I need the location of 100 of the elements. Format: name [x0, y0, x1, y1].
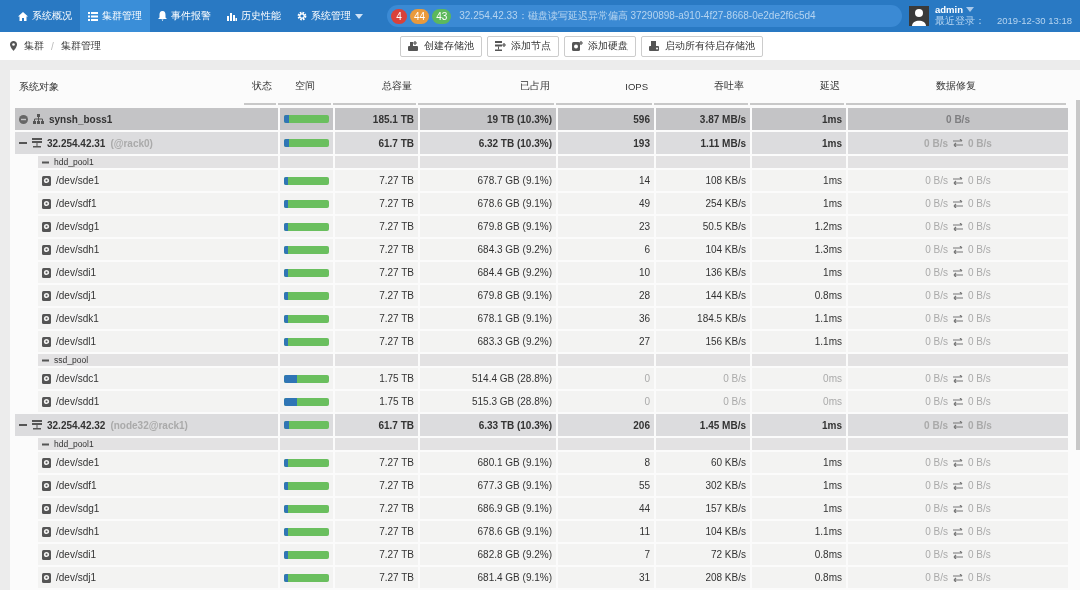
disk-name[interactable]: /dev/sde1 [56, 457, 100, 468]
host-name[interactable]: 32.254.42.31 [47, 137, 106, 149]
repair-rate: 0 B/s [925, 313, 948, 324]
space-bar [284, 245, 329, 254]
table-cell: 7.27 TB [335, 521, 418, 542]
table-cell: 193 [558, 132, 654, 154]
toolbar-button[interactable]: 添加节点 [487, 35, 559, 57]
toolbar-button[interactable]: 创建存储池 [400, 35, 482, 57]
exchange-icon [953, 458, 963, 467]
table-cell: 60 KB/s [656, 452, 750, 473]
table-cell: 144 KB/s [656, 285, 750, 306]
table-cell: 1ms [752, 475, 846, 496]
disk-name[interactable]: /dev/sdi1 [56, 549, 97, 560]
disk-icon [42, 175, 51, 186]
disk-name[interactable]: /dev/sdi1 [56, 267, 97, 278]
space-bar [284, 199, 329, 208]
table-cell: 3.87 MB/s [656, 108, 750, 130]
collapse-icon[interactable] [19, 114, 28, 124]
exchange-icon [953, 314, 963, 323]
last-login-label: 最近登录： [935, 15, 985, 28]
table-cell: 515.3 GB (28.8%) [420, 391, 556, 412]
alert-message: 32.254.42.33：磁盘读写延迟异常偏高 37290898-a910-4f27-8668-0e2de2f6c5d4 [459, 9, 816, 23]
disk-name[interactable]: /dev/sdl1 [56, 336, 97, 347]
disk-icon [42, 457, 51, 468]
disk-name[interactable]: /dev/sdj1 [56, 572, 97, 583]
table-cell: 680.1 GB (9.1%) [420, 452, 556, 473]
table-cell: 679.8 GB (9.1%) [420, 285, 556, 306]
disk-icon [42, 290, 51, 301]
column-header: 延迟 [750, 70, 844, 105]
space-bar [284, 527, 329, 536]
disk-name[interactable]: /dev/sdf1 [56, 198, 97, 209]
alert-bar[interactable]: 4 44 43 32.254.42.33：磁盘读写延迟异常偏高 37290898-a910-4f27-8668-0e2de2f6c5d4 [387, 5, 902, 27]
repair-rate: 0 B/s [925, 572, 948, 583]
table-cell: 1ms [752, 170, 846, 191]
space-bar [284, 139, 329, 147]
storage-start-icon [649, 41, 660, 51]
collapse-icon[interactable] [19, 139, 27, 147]
space-bar [284, 481, 329, 490]
nav-tab[interactable]: 系统管理 [289, 0, 371, 32]
pool-name[interactable]: ssd_pool [54, 355, 89, 365]
table-cell: 681.4 GB (9.1%) [420, 567, 556, 588]
repair-rate: 0 B/s [968, 221, 991, 232]
repair-rate: 0 B/s [968, 549, 991, 560]
collapse-icon[interactable] [19, 421, 27, 429]
exchange-icon [953, 421, 963, 429]
disk-name[interactable]: /dev/sdf1 [56, 480, 97, 491]
disk-name[interactable]: /dev/sdd1 [56, 396, 100, 407]
table-cell: 678.6 GB (9.1%) [420, 193, 556, 214]
table-cell: 1.45 MB/s [656, 414, 750, 436]
table-cell: 157 KB/s [656, 498, 750, 519]
repair-rate: 0 B/s [968, 526, 991, 537]
repair-rate: 0 B/s [925, 457, 948, 468]
table-cell: 184.5 KB/s [656, 308, 750, 329]
disk-name[interactable]: /dev/sde1 [56, 175, 100, 186]
repair-rate: 0 B/s [925, 175, 948, 186]
nav-tab[interactable]: 历史性能 [219, 0, 289, 32]
home-icon [18, 11, 28, 21]
space-bar [284, 337, 329, 346]
disk-name[interactable]: /dev/sdh1 [56, 244, 100, 255]
nav-tab[interactable]: 系统概况 [10, 0, 80, 32]
space-bar [284, 222, 329, 231]
location-pin-icon [10, 41, 17, 51]
toolbar-button[interactable]: 添加硬盘 [564, 35, 636, 57]
exchange-icon [953, 527, 963, 536]
breadcrumb-item[interactable]: 集群 [24, 39, 44, 53]
table-cell: 683.3 GB (9.2%) [420, 331, 556, 352]
repair-rate: 0 B/s [925, 526, 948, 537]
table-cell: 682.8 GB (9.2%) [420, 544, 556, 565]
exchange-icon [953, 268, 963, 277]
host-name[interactable]: 32.254.42.32 [47, 419, 106, 431]
exchange-icon [953, 504, 963, 513]
repair-rate: 0 B/s [968, 267, 991, 278]
avatar-icon[interactable] [909, 6, 929, 26]
pool-name[interactable]: hdd_pool1 [54, 439, 94, 449]
toolbar-button[interactable]: 启动所有待启存储池 [641, 35, 763, 57]
table-cell: 0.8ms [752, 567, 846, 588]
disk-name[interactable]: /dev/sdh1 [56, 526, 100, 537]
table-cell: 1ms [752, 414, 846, 436]
disk-icon [42, 373, 51, 384]
table-cell: 156 KB/s [656, 331, 750, 352]
disk-icon [42, 396, 51, 407]
table-cell: 104 KB/s [656, 239, 750, 260]
pool-name[interactable]: hdd_pool1 [54, 157, 94, 167]
caret-icon[interactable] [966, 7, 974, 12]
table-cell: 1.1ms [752, 331, 846, 352]
repair-rate: 0 B/s [925, 480, 948, 491]
table-cell: 0 [558, 368, 654, 389]
disk-name[interactable]: /dev/sdj1 [56, 290, 97, 301]
table-cell: 1ms [752, 498, 846, 519]
nav-tab[interactable]: 事件报警 [150, 0, 219, 32]
exchange-icon [953, 291, 963, 300]
user-name[interactable]: admin [935, 4, 963, 15]
table-cell [280, 438, 333, 450]
disk-name[interactable]: /dev/sdk1 [56, 313, 99, 324]
disk-name[interactable]: /dev/sdg1 [56, 503, 100, 514]
table-cell: 6 [558, 239, 654, 260]
cluster-name[interactable]: synsh_boss1 [49, 113, 113, 125]
disk-icon [42, 267, 51, 278]
disk-name[interactable]: /dev/sdg1 [56, 221, 100, 232]
disk-name[interactable]: /dev/sdc1 [56, 373, 99, 384]
